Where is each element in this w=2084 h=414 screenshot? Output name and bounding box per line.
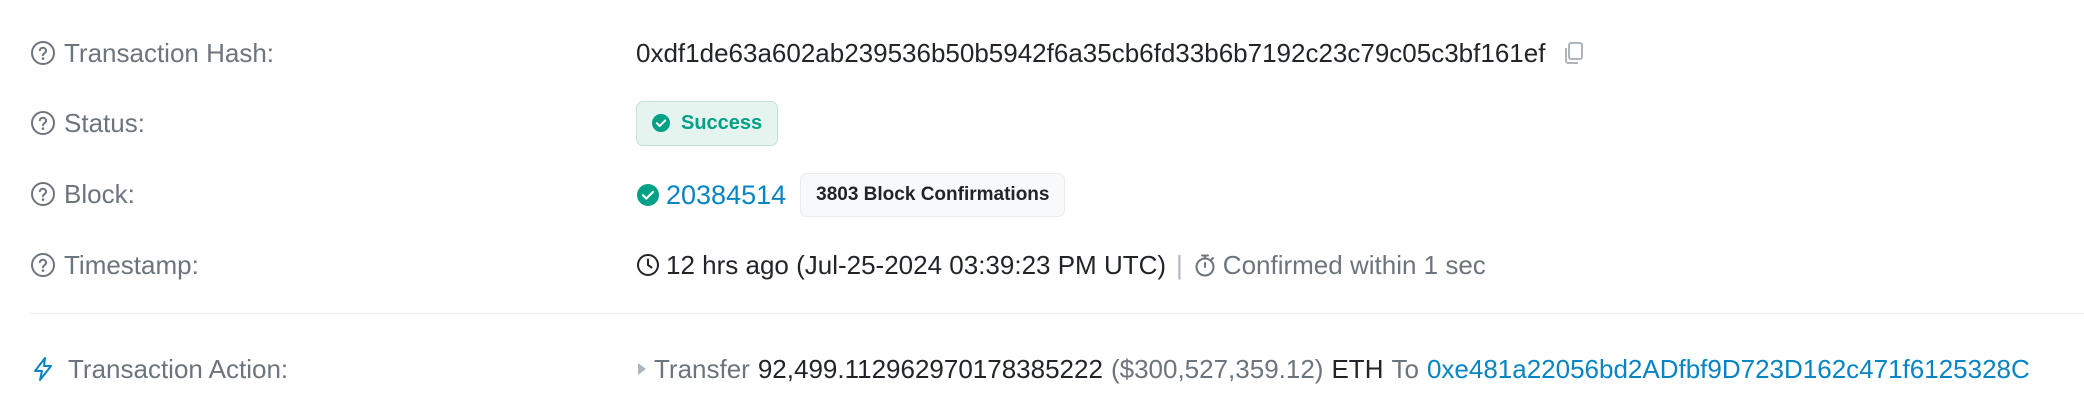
action-verb: Transfer [654, 353, 750, 384]
transaction-action-value-group: Transfer 92,499.112962970178385222 ($300… [636, 351, 2030, 387]
action-amount: 92,499.112962970178385222 [757, 353, 1103, 384]
help-circle-icon[interactable] [30, 110, 56, 136]
lightning-icon [30, 356, 56, 382]
transaction-hash-label-text: Transaction Hash: [64, 37, 275, 68]
help-circle-icon[interactable] [30, 40, 56, 66]
transaction-action-label-text: Transaction Action: [68, 353, 289, 384]
status-badge: Success [636, 100, 779, 146]
status-text: Success [681, 111, 763, 134]
timestamp-value: 12 hrs ago (Jul-25-2024 03:39:23 PM UTC) [666, 249, 1167, 280]
block-confirmations-badge: 3803 Block Confirmations [800, 173, 1066, 217]
confirmed-within-text: Confirmed within 1 sec [1222, 249, 1486, 280]
timestamp-separator: | [1176, 249, 1183, 280]
action-token: ETH [1331, 353, 1384, 384]
timestamp-value-group: 12 hrs ago (Jul-25-2024 03:39:23 PM UTC)… [636, 247, 1486, 283]
block-label: Block: [30, 176, 135, 212]
help-circle-icon[interactable] [30, 181, 56, 207]
block-number-link[interactable]: 20384514 [666, 180, 786, 211]
action-usd-value: ($300,527,359.12) [1110, 353, 1324, 384]
copy-icon[interactable] [1561, 40, 1587, 66]
recipient-address-link[interactable]: 0xe481a22056bd2ADfbf9D723D162c471f612532… [1427, 354, 2030, 385]
status-label-text: Status: [64, 107, 145, 138]
stopwatch-icon [1193, 253, 1217, 277]
block-label-text: Block: [64, 178, 135, 209]
help-circle-icon[interactable] [30, 252, 56, 278]
action-to-word: To [1391, 353, 1419, 384]
transaction-details-panel: Transaction Hash: 0xdf1de63a602ab239536b… [0, 0, 2084, 414]
timestamp-label: Timestamp: [30, 247, 199, 283]
transaction-hash-value[interactable]: 0xdf1de63a602ab239536b50b5942f6a35cb6fd3… [636, 38, 1545, 69]
section-divider [30, 313, 2084, 314]
transaction-action-label: Transaction Action: [30, 351, 288, 387]
clock-icon [636, 253, 660, 277]
check-circle-icon [651, 113, 671, 133]
timestamp-label-text: Timestamp: [64, 249, 199, 280]
block-value-group: 20384514 3803 Block Confirmations [636, 173, 1066, 217]
transaction-hash-value-group: 0xdf1de63a602ab239536b50b5942f6a35cb6fd3… [636, 35, 1587, 71]
status-label: Status: [30, 105, 145, 141]
check-circle-icon [636, 183, 660, 207]
transaction-hash-label: Transaction Hash: [30, 35, 274, 71]
caret-right-icon[interactable] [636, 362, 648, 376]
status-value-group: Success [636, 100, 779, 146]
